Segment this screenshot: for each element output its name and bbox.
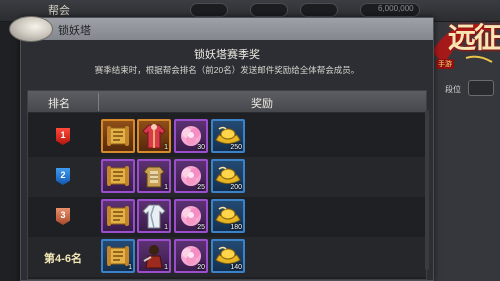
reward-item[interactable] bbox=[101, 199, 135, 233]
gold-amount: 6,000,000 bbox=[378, 4, 414, 13]
reward-item[interactable]: 180 bbox=[211, 199, 245, 233]
table-row: 3 1 25 180 bbox=[28, 197, 426, 237]
item-quantity: 200 bbox=[230, 184, 242, 191]
table-row: 1 1 30 250 bbox=[28, 117, 426, 157]
table-row: 2 1 25 200 bbox=[28, 157, 426, 197]
reward-item[interactable]: 140 bbox=[211, 239, 245, 273]
item-quantity: 180 bbox=[230, 224, 242, 231]
item-quantity: 30 bbox=[197, 144, 205, 151]
reward-item[interactable]: 1 bbox=[101, 239, 135, 273]
reward-item[interactable]: 1 bbox=[137, 239, 171, 273]
rank-badge: 2 bbox=[56, 168, 70, 185]
column-rank: 排名 bbox=[48, 98, 70, 110]
resource-slot[interactable] bbox=[250, 3, 288, 17]
item-quantity: 250 bbox=[230, 144, 242, 151]
logo-text: 远征 bbox=[448, 21, 500, 54]
item-quantity: 1 bbox=[164, 224, 168, 231]
resource-slot[interactable] bbox=[190, 3, 228, 17]
scroll-icon bbox=[106, 205, 130, 227]
reward-item[interactable]: 200 bbox=[211, 159, 245, 193]
rank-tier-label: 段位 bbox=[445, 85, 461, 94]
item-quantity: 1 bbox=[128, 264, 132, 271]
logo-subtitle: 手游 bbox=[436, 59, 454, 69]
rank-badge: 1 bbox=[56, 128, 70, 145]
reward-item[interactable]: 250 bbox=[211, 119, 245, 153]
item-quantity: 25 bbox=[197, 224, 205, 231]
rank-badge: 3 bbox=[56, 208, 70, 225]
reward-item[interactable]: 30 bbox=[174, 119, 208, 153]
reward-item[interactable]: 25 bbox=[174, 199, 208, 233]
item-quantity: 1 bbox=[164, 184, 168, 191]
reward-item[interactable]: 20 bbox=[174, 239, 208, 273]
scroll-icon bbox=[106, 165, 130, 187]
reward-item[interactable]: 1 bbox=[137, 199, 171, 233]
rank-cell: 第4-6名 bbox=[28, 237, 98, 277]
rank-label: 第4-6名 bbox=[44, 253, 82, 265]
item-quantity: 1 bbox=[164, 264, 168, 271]
item-quantity: 1 bbox=[164, 144, 168, 151]
scroll-icon bbox=[106, 125, 130, 147]
table-row: 第4-6名 1 1 20 140 bbox=[28, 237, 426, 277]
rank-cell: 1 bbox=[28, 117, 98, 157]
reward-item[interactable] bbox=[101, 159, 135, 193]
season-reward-dialog: 锁妖塔 锁妖塔赛季奖 赛季结束时，根据帮会排名（前20名）发送邮件奖励给全体帮会… bbox=[9, 16, 434, 281]
dialog-header-title: 锁妖塔 bbox=[58, 25, 91, 37]
item-quantity: 140 bbox=[230, 264, 242, 271]
reward-table: 排名 奖励 1 1 30 250 2 1 25 200 3 1 25 180 第4-6名 1 1 20 140 bbox=[27, 90, 427, 280]
guild-title: 帮会 bbox=[48, 5, 70, 17]
left-panel bbox=[0, 22, 22, 281]
reward-item[interactable] bbox=[101, 119, 135, 153]
column-reward: 奖励 bbox=[251, 98, 273, 110]
table-header: 排名 奖励 bbox=[28, 91, 426, 113]
rank-tier-box[interactable] bbox=[468, 80, 494, 96]
reward-title: 锁妖塔赛季奖 bbox=[194, 49, 260, 61]
scrollbar[interactable] bbox=[425, 110, 429, 270]
reward-item[interactable]: 1 bbox=[137, 159, 171, 193]
item-quantity: 20 bbox=[197, 264, 205, 271]
reward-description: 赛季结束时，根据帮会排名（前20名）发送邮件奖励给全体帮会成员。 bbox=[94, 65, 360, 75]
reward-item[interactable]: 25 bbox=[174, 159, 208, 193]
dialog-header: 锁妖塔 bbox=[9, 16, 433, 42]
reward-item[interactable]: 1 bbox=[137, 119, 171, 153]
resource-slot[interactable] bbox=[300, 3, 338, 17]
item-quantity: 25 bbox=[197, 184, 205, 191]
rank-cell: 3 bbox=[28, 197, 98, 237]
rank-cell: 2 bbox=[28, 157, 98, 197]
cloud-emblem-icon bbox=[9, 16, 53, 42]
column-divider bbox=[98, 93, 99, 111]
